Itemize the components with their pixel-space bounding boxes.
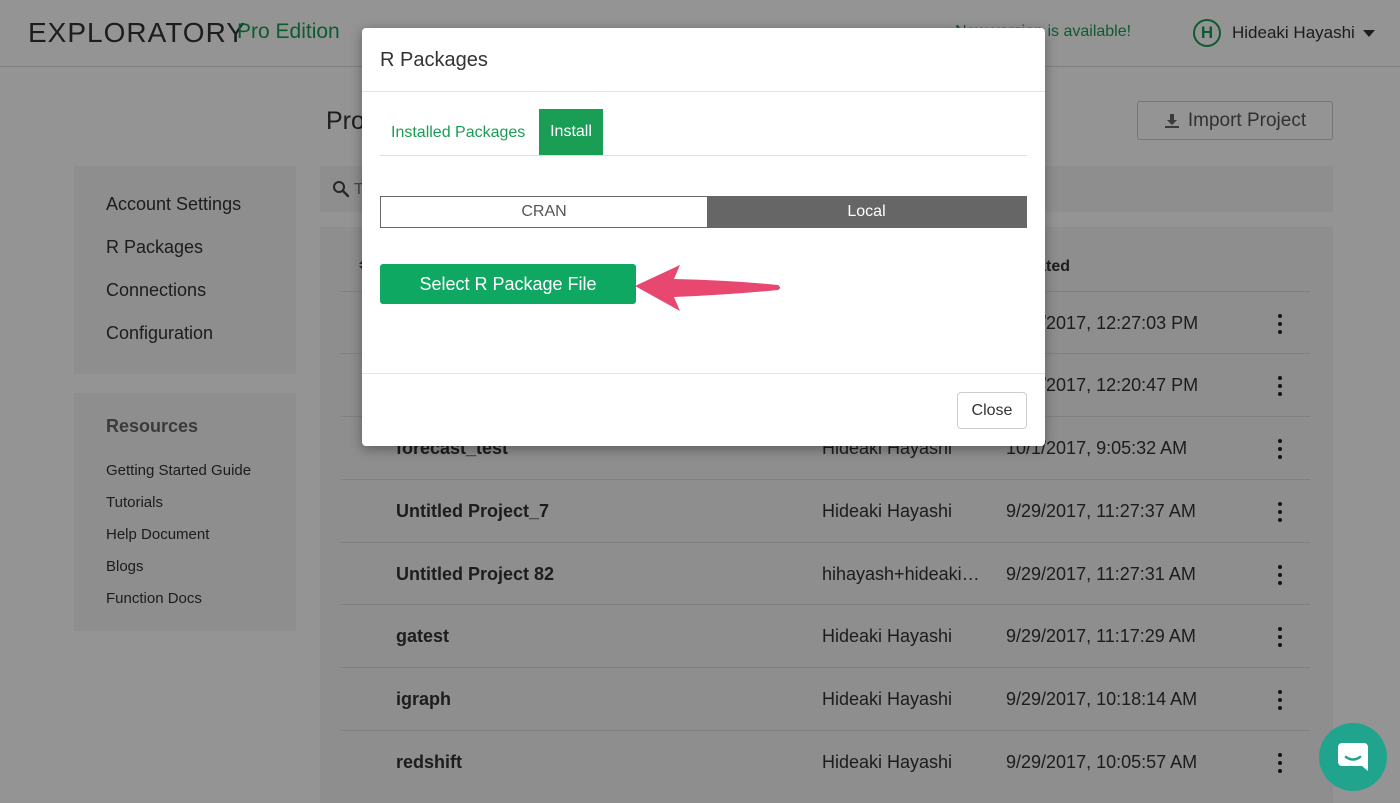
package-tabs: Installed Packages Install	[380, 109, 1027, 156]
divider	[362, 373, 1045, 374]
divider	[362, 91, 1045, 92]
package-source-toggle: CRAN Local	[380, 196, 1027, 228]
chat-icon	[1338, 743, 1368, 771]
source-cran-option[interactable]: CRAN	[381, 197, 707, 227]
select-package-file-button[interactable]: Select R Package File	[380, 264, 636, 304]
source-local-option[interactable]: Local	[707, 197, 1026, 227]
close-button[interactable]: Close	[957, 392, 1027, 429]
dialog-title: R Packages	[380, 49, 488, 71]
tab-install[interactable]: Install	[539, 109, 603, 155]
r-packages-dialog: R Packages Installed Packages Install CR…	[362, 28, 1045, 446]
arrow-annotation	[635, 265, 780, 311]
chat-widget-button[interactable]	[1319, 723, 1387, 791]
tab-installed-packages[interactable]: Installed Packages	[391, 124, 525, 142]
